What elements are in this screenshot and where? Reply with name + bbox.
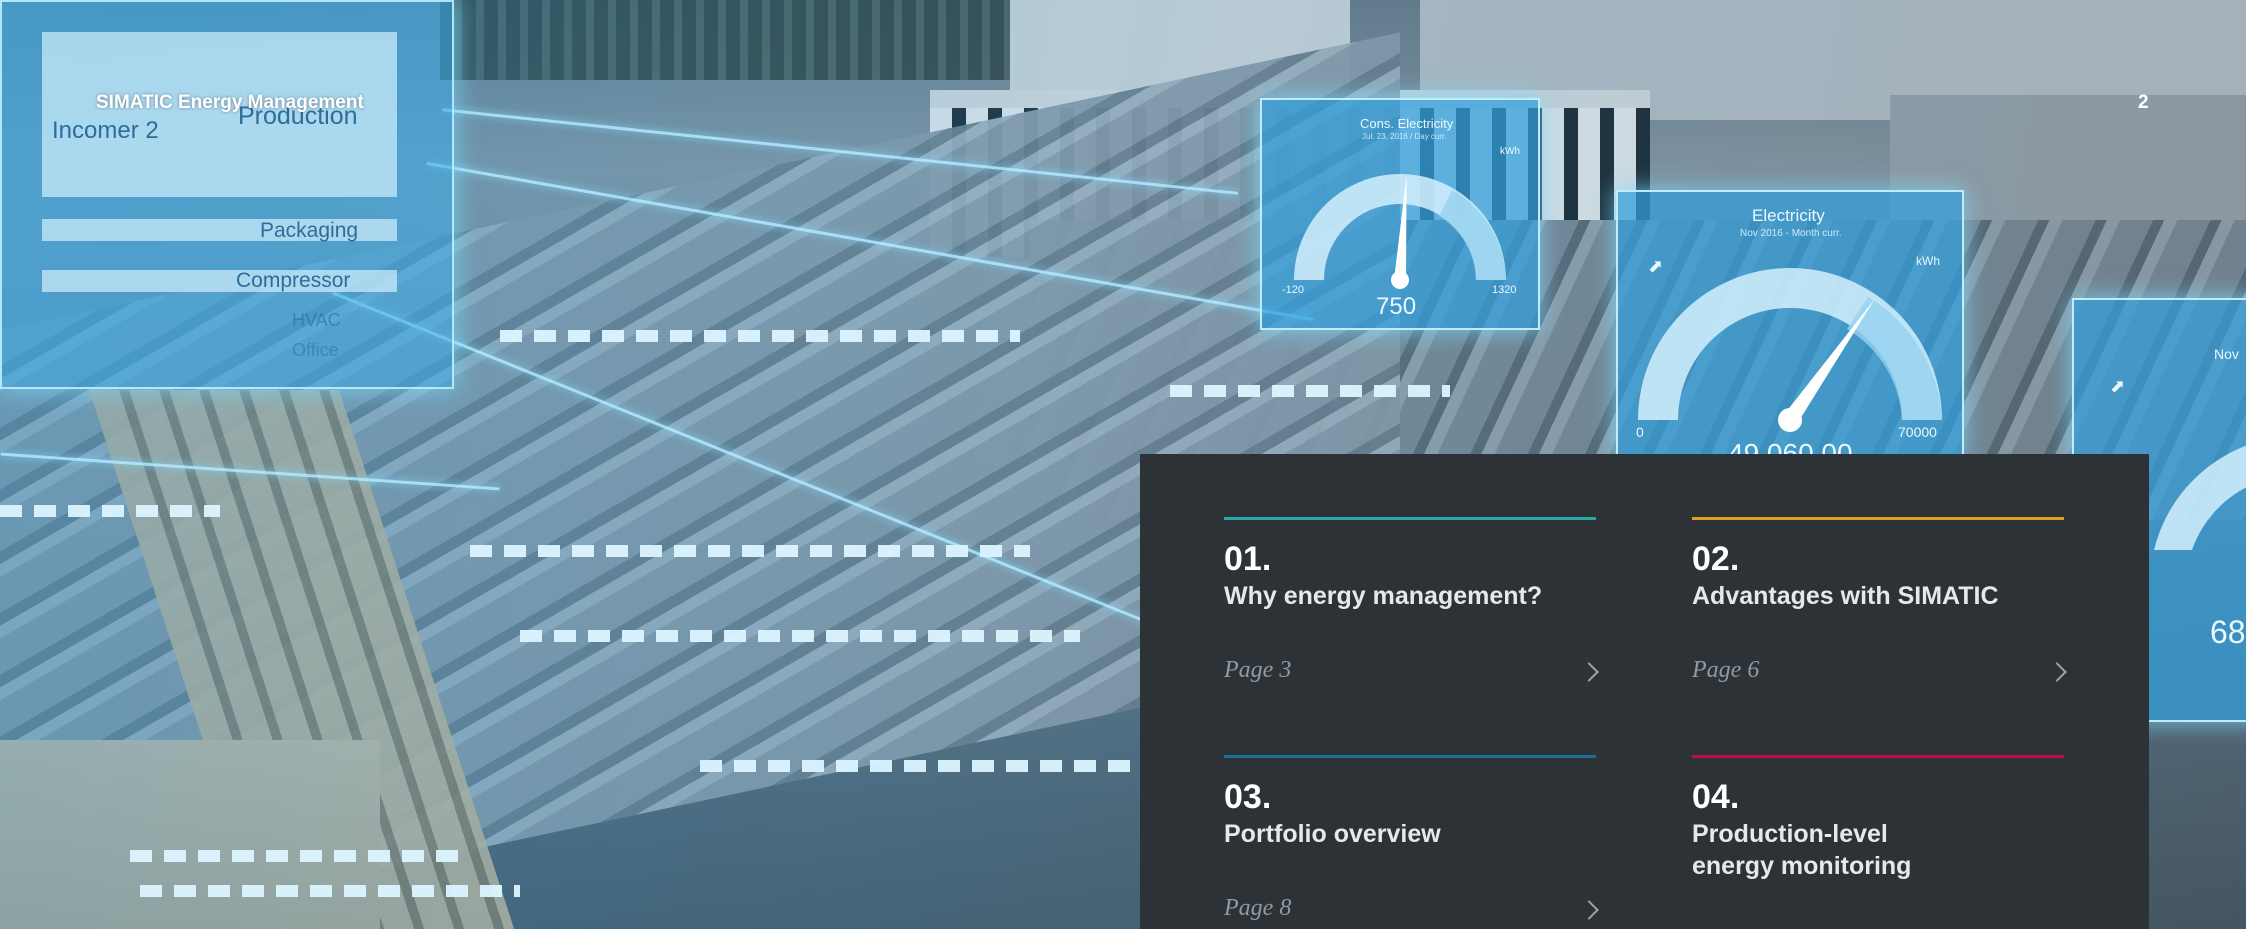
gauge-panel-cons-electricity: Cons. Electricity Jul. 23, 2016 / Day cu… <box>1260 98 1540 330</box>
gauge-title: Nov <box>2214 346 2239 362</box>
gauge-subtitle: Nov 2016 - Month curr. <box>1740 228 1842 239</box>
holo-label: Compressor <box>236 269 351 292</box>
gauge-value: 68 <box>2210 614 2246 650</box>
light-dash-row <box>500 330 1020 342</box>
chevron-right-icon[interactable] <box>1579 662 1599 682</box>
accent-rule <box>1224 517 1596 520</box>
item-page[interactable]: Page 8 <box>1224 895 1291 922</box>
contents-item-02[interactable]: 02. Advantages with SIMATIC Page 6 <box>1692 517 2067 697</box>
gauge-title: Electricity <box>1752 206 1825 225</box>
contents-item-03[interactable]: 03. Portfolio overview Page 8 <box>1224 755 1599 929</box>
light-dash-row <box>700 760 1140 772</box>
accent-rule <box>1692 517 2064 520</box>
document-title: SIMATIC Energy Management <box>96 92 364 113</box>
item-number: 04. <box>1692 778 1740 816</box>
light-dash-row <box>130 850 470 862</box>
gauge-min: -120 <box>1282 284 1305 296</box>
arrow-icon: ⬈ <box>2110 376 2126 396</box>
gauge-min: 0 <box>1636 424 1644 440</box>
contents-item-04[interactable]: 04. Production-level energy monitoring <box>1692 755 2064 929</box>
item-page[interactable]: Page 6 <box>1692 657 1759 684</box>
light-dash-row <box>140 885 520 897</box>
item-number: 01. <box>1224 540 1272 578</box>
accent-rule <box>1224 755 1596 758</box>
holo-label: Office <box>292 340 339 360</box>
holo-label: Incomer 2 <box>52 117 159 144</box>
light-dash-row <box>0 505 220 517</box>
item-title: Why energy management? <box>1224 582 1543 610</box>
item-page[interactable]: Page 3 <box>1224 657 1291 684</box>
page-number: 2 <box>2138 92 2149 113</box>
gauge-max: 70000 <box>1898 424 1937 440</box>
chevron-right-icon[interactable] <box>2047 662 2067 682</box>
gauge-subtitle: Jul. 23, 2016 / Day curr. <box>1362 132 1447 141</box>
item-title: Advantages with SIMATIC <box>1692 582 1999 610</box>
holographic-flow-panel: Incomer 2 Production Packaging Compresso… <box>0 0 454 389</box>
item-title: Portfolio overview <box>1224 820 1441 848</box>
holo-label: HVAC <box>292 310 341 330</box>
gauge-value: 750 <box>1376 293 1417 320</box>
light-dash-row <box>470 545 1030 557</box>
chevron-right-icon[interactable] <box>1579 900 1599 920</box>
light-dash-row <box>1170 385 1450 397</box>
arrow-icon: ⬈ <box>1648 256 1664 276</box>
contents-card: 01. Why energy management? Page 3 02. Ad… <box>1140 454 2149 929</box>
gauge-unit: kWh <box>1916 254 1940 268</box>
holo-label: Packaging <box>260 219 359 242</box>
gauge-unit: kWh <box>1500 146 1520 157</box>
item-title-line-2: energy monitoring <box>1692 852 1912 880</box>
gauge-max: 1320 <box>1492 284 1517 296</box>
item-number: 02. <box>1692 540 1740 578</box>
contents-item-01[interactable]: 01. Why energy management? Page 3 <box>1224 517 1599 697</box>
item-number: 03. <box>1224 778 1272 816</box>
gauge-title: Cons. Electricity <box>1360 116 1454 131</box>
light-dash-row <box>520 630 1080 642</box>
item-title-line-1: Production-level <box>1692 820 1888 848</box>
gauge-panel-electricity: Electricity Nov 2016 - Month curr. kWh 0… <box>1616 190 1964 460</box>
accent-rule <box>1692 755 2064 758</box>
